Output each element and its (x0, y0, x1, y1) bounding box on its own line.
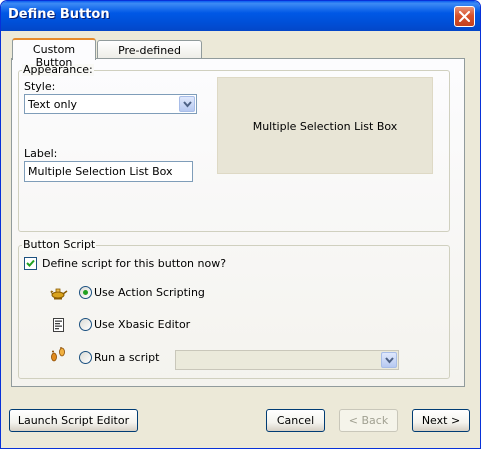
next-button[interactable]: Next > (412, 409, 470, 432)
style-label: Style: (24, 80, 56, 93)
radio-use-action-scripting[interactable] (79, 286, 92, 299)
next-label: Next > (421, 414, 461, 427)
chevron-down-icon (183, 101, 192, 108)
radio-use-xbasic-editor[interactable] (79, 318, 92, 331)
label-input[interactable] (24, 161, 193, 182)
button-preview-text: Multiple Selection List Box (252, 120, 398, 133)
radio-selected-dot (83, 290, 88, 295)
radio-run-a-script[interactable] (79, 351, 92, 364)
label-input-field[interactable] (25, 162, 192, 181)
button-script-legend: Button Script (22, 238, 97, 251)
back-label: < Back (348, 414, 389, 427)
define-script-checkbox[interactable] (24, 257, 37, 270)
code-document-icon (53, 318, 64, 332)
launch-script-editor-button[interactable]: Launch Script Editor (9, 409, 138, 432)
define-button-dialog: Define Button Custom Button Pre-defined … (0, 0, 481, 449)
window-title: Define Button (8, 7, 110, 22)
label-label: Label: (24, 147, 58, 160)
use-action-scripting-label[interactable]: Use Action Scripting (94, 286, 205, 299)
tab-custom-button[interactable]: Custom Button (12, 38, 96, 69)
style-dropdown[interactable]: Text only (24, 94, 197, 114)
close-icon (459, 11, 470, 22)
style-dropdown-button[interactable] (179, 96, 195, 112)
chevron-down-icon (385, 357, 394, 364)
footprints-icon (51, 347, 65, 362)
run-script-dropdown[interactable] (175, 350, 399, 370)
close-button[interactable] (454, 6, 475, 27)
style-dropdown-value: Text only (28, 98, 78, 111)
launch-script-editor-label: Launch Script Editor (17, 414, 130, 427)
button-preview: Multiple Selection List Box (217, 77, 433, 174)
custom-button-panel: Appearance: Style: Text only Label: Mult… (11, 58, 465, 387)
run-script-dropdown-button[interactable] (381, 352, 397, 368)
use-xbasic-editor-label[interactable]: Use Xbasic Editor (94, 318, 190, 331)
tab-predefined-buttons[interactable]: Pre-defined Buttons (97, 40, 202, 70)
back-button[interactable]: < Back (339, 409, 398, 432)
tab-custom-button-label: Custom Button (32, 43, 76, 69)
define-script-label[interactable]: Define script for this button now? (42, 257, 226, 270)
title-bar[interactable]: Define Button (1, 1, 480, 31)
run-a-script-label[interactable]: Run a script (94, 351, 159, 364)
checkmark-icon (26, 259, 35, 267)
cancel-label: Cancel (276, 414, 315, 427)
cancel-button[interactable]: Cancel (266, 409, 325, 432)
genie-lamp-icon (50, 288, 68, 300)
